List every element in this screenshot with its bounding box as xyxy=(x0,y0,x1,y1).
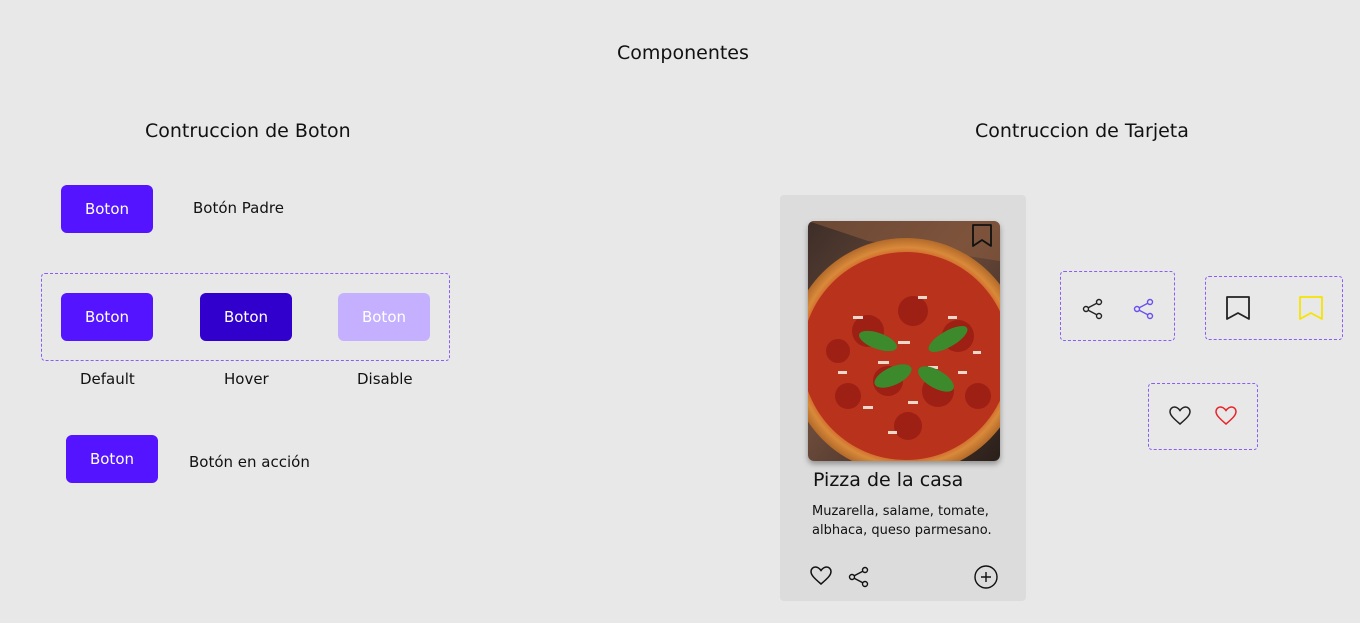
disable-caption: Disable xyxy=(357,370,413,388)
buttons-section-title: Contruccion de Boton xyxy=(145,120,351,142)
parent-button-caption: Botón Padre xyxy=(193,199,284,217)
heart-variants-group xyxy=(1148,383,1258,450)
share-active-icon xyxy=(1133,298,1155,320)
parent-button[interactable]: Boton xyxy=(61,185,153,233)
card-section-title: Contruccion de Tarjeta xyxy=(975,120,1189,142)
plus-circle-icon[interactable] xyxy=(974,565,998,589)
default-button[interactable]: Boton xyxy=(61,293,153,341)
hover-button[interactable]: Boton xyxy=(200,293,292,341)
card-description: Muzarella, salame, tomate, albhaca, ques… xyxy=(812,504,992,538)
share-icon[interactable] xyxy=(848,566,870,588)
bookmark-active-icon xyxy=(1298,295,1324,321)
card-title: Pizza de la casa xyxy=(813,469,964,491)
pizza-photo xyxy=(808,221,1000,461)
product-card[interactable]: Pizza de la casa Muzarella, salame, toma… xyxy=(780,195,1026,601)
share-icon xyxy=(1082,298,1104,320)
action-button-caption: Botón en acción xyxy=(189,453,310,471)
bookmark-icon xyxy=(1225,295,1251,321)
heart-icon xyxy=(1169,406,1191,426)
action-button[interactable]: Boton xyxy=(66,435,158,483)
share-variants-group xyxy=(1060,271,1175,341)
disabled-button: Boton xyxy=(338,293,430,341)
heart-active-icon xyxy=(1215,406,1237,426)
page-title: Componentes xyxy=(617,42,749,64)
hover-caption: Hover xyxy=(224,370,269,388)
default-caption: Default xyxy=(80,370,135,388)
bookmark-icon[interactable] xyxy=(969,223,995,249)
heart-icon[interactable] xyxy=(810,566,832,586)
